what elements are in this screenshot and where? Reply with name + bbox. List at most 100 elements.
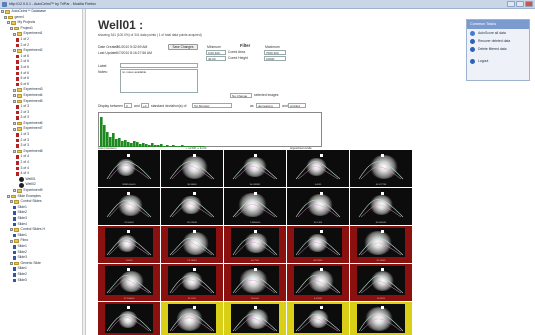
cell-thumbnail[interactable]: 16-4101 — [98, 302, 160, 335]
collapse-icon[interactable]: - — [10, 239, 13, 243]
profile-curve — [106, 199, 152, 218]
cell-id-label: 94-188981 — [249, 184, 261, 186]
project-tree: - AutoCelmi™ Database - gene4 - My Projects… — [0, 9, 85, 283]
cell-thumbnail[interactable]: 80-180062 — [350, 188, 412, 225]
cell-thumbnail[interactable]: 99999-Well01 — [98, 150, 160, 187]
cell-image — [231, 152, 279, 181]
display-and-label: and — [134, 104, 140, 108]
profile-curve — [295, 237, 341, 256]
notes-textarea[interactable]: no notes available — [120, 69, 198, 93]
recover-deleted-button[interactable]: Recover deleted data — [467, 37, 529, 45]
collapse-icon[interactable]: - — [7, 21, 10, 25]
cell-thumbnail[interactable]: 85-1308 — [287, 188, 349, 225]
tree-node[interactable]: Slide3 — [0, 278, 85, 284]
logout-button[interactable]: Logout — [467, 57, 529, 65]
filter-area-min-input[interactable]: 0.00 400 — [206, 50, 226, 55]
display-to-input[interactable]: +0 — [141, 103, 149, 108]
profile-curve — [169, 199, 215, 218]
collapse-icon[interactable]: - — [10, 262, 13, 266]
maximize-icon[interactable] — [516, 1, 524, 7]
profile-line-green — [295, 275, 341, 294]
cell-thumbnail[interactable]: 46-7101 — [224, 226, 286, 263]
cell-thumbnail[interactable]: 6-12091 — [287, 264, 349, 301]
collapse-icon[interactable]: - — [13, 127, 16, 131]
selection-action-select[interactable]: No Change — [230, 93, 252, 98]
cell-thumbnail[interactable]: 1-6000 — [98, 226, 160, 263]
cell-thumbnail[interactable]: 28-4101 — [224, 264, 286, 301]
display-between-label: Display between — [98, 104, 123, 108]
delete-filtered-button[interactable]: Delete filtered data — [467, 45, 529, 53]
label-input[interactable] — [120, 63, 198, 68]
cell-thumbnail[interactable]: 19-81041 — [224, 302, 286, 335]
close-icon[interactable] — [525, 1, 533, 7]
cell-image — [105, 266, 153, 295]
profile-curve — [106, 161, 152, 180]
cell-thumbnail[interactable]: 48-12041 — [287, 226, 349, 263]
order-select[interactable]: decreasing — [256, 103, 280, 108]
cell-image — [357, 304, 405, 333]
cell-id-label: 98-38469 — [187, 184, 197, 186]
cell-thumbnail[interactable]: 44-100 — [350, 302, 412, 335]
collapse-icon[interactable]: - — [10, 200, 13, 204]
collapse-icon[interactable]: - — [10, 228, 13, 232]
cell-thumbnail[interactable]: 32-18081 — [350, 226, 412, 263]
profile-line-green — [358, 199, 404, 218]
cell-thumbnail[interactable]: 50-3021 — [350, 264, 412, 301]
histogram-bar — [154, 145, 157, 147]
cell-thumbnail[interactable]: 81-2101 — [161, 264, 223, 301]
collapse-icon[interactable]: - — [13, 49, 16, 53]
mode-select[interactable]: profiled — [288, 103, 306, 108]
profile-curve — [106, 237, 152, 256]
collapse-icon[interactable]: - — [4, 15, 7, 19]
display-and2-label: and — [282, 104, 288, 108]
profile-curve — [232, 313, 278, 332]
profile-line-green — [169, 237, 215, 256]
cell-id-label: 32-18081 — [376, 260, 386, 262]
metric-select[interactable]: Tot Monster — [192, 103, 232, 108]
display-as-label: as — [250, 104, 254, 108]
collapse-icon[interactable]: - — [10, 27, 13, 31]
histogram-bar — [103, 125, 106, 147]
cell-thumbnail[interactable]: 102-28041 — [161, 188, 223, 225]
folder-icon — [17, 189, 22, 193]
display-from-input[interactable]: 0 — [124, 103, 132, 108]
cell-image — [168, 190, 216, 219]
cell-thumbnail[interactable]: 94-188981 — [224, 150, 286, 187]
cell-id-label: 102-28041 — [186, 222, 198, 224]
cell-thumbnail[interactable]: 20-12080 — [287, 302, 349, 335]
cell-thumbnail[interactable]: Y4-18081 — [161, 226, 223, 263]
filter-height-min-input[interactable]: 40.00 — [206, 56, 226, 61]
collapse-icon[interactable]: - — [13, 99, 16, 103]
collapse-icon[interactable]: - — [7, 194, 10, 198]
cell-image — [357, 190, 405, 219]
save-changes-button[interactable]: Save Changes — [168, 44, 198, 50]
cell-thumbnail[interactable]: 98-38469 — [161, 150, 223, 187]
cell-thumbnail[interactable]: 37-100000 — [98, 264, 160, 301]
cell-id-label: 37-100000 — [123, 298, 135, 300]
tree-scrollbar[interactable] — [82, 9, 85, 335]
cell-thumbnail[interactable]: 14-24011 — [161, 302, 223, 335]
collapse-icon[interactable]: - — [13, 150, 16, 154]
collapse-icon[interactable]: - — [1, 10, 4, 14]
collapse-icon[interactable]: - — [13, 94, 16, 98]
histogram-bar — [121, 141, 124, 147]
filter-height-max-input[interactable]: 10000 — [264, 56, 286, 61]
cell-thumbnail[interactable]: 91-50484 — [98, 188, 160, 225]
histogram-bar — [166, 145, 169, 147]
cell-thumbnail[interactable]: 7-9080000 — [224, 188, 286, 225]
autoscore-button[interactable]: AutoScore all data — [467, 29, 529, 37]
profile-curve — [358, 161, 404, 180]
cell-thumbnail[interactable]: 43-137798 — [350, 150, 412, 187]
collapse-icon[interactable]: - — [13, 88, 16, 92]
collapse-icon[interactable]: - — [13, 32, 16, 36]
cell-image — [294, 190, 342, 219]
folder-icon — [14, 26, 19, 31]
area-histogram[interactable] — [98, 112, 322, 147]
cell-thumbnail[interactable]: 3-4001 — [287, 150, 349, 187]
minimize-icon[interactable] — [507, 1, 515, 7]
collapse-icon[interactable]: - — [13, 189, 16, 193]
histogram-bar — [100, 117, 103, 147]
collapse-icon[interactable]: - — [13, 122, 16, 126]
filter-area-max-input[interactable]: 7000 400 — [264, 50, 286, 55]
filter-max-label: Maximum — [265, 45, 280, 49]
